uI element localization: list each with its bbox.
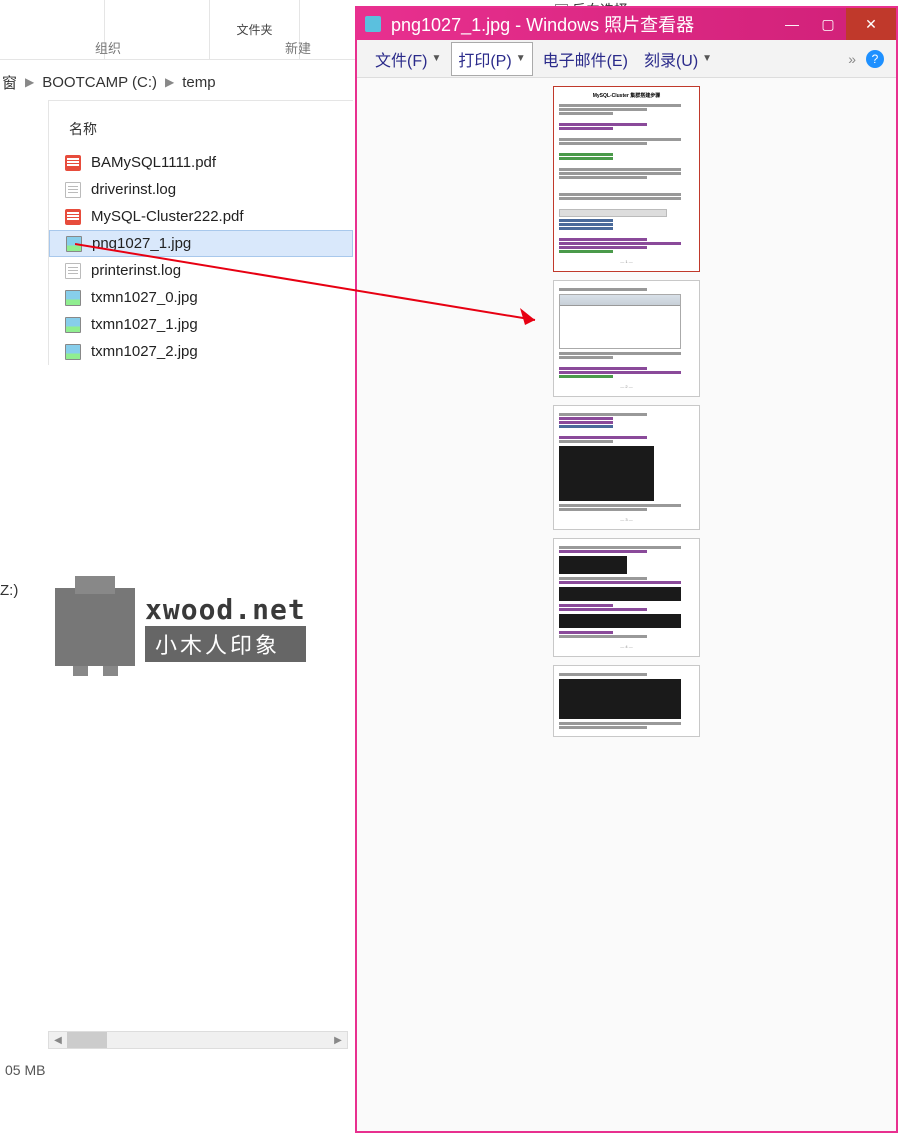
image-icon: [65, 344, 81, 360]
chevron-right-icon: ▶: [25, 75, 34, 89]
watermark: xwood.net 小木人印象: [55, 588, 306, 666]
help-icon[interactable]: ?: [866, 50, 884, 68]
menu-file[interactable]: 文件(F) ▼: [369, 43, 447, 75]
status-bar: 05 MB: [0, 1052, 50, 1088]
column-header-name[interactable]: 名称: [49, 109, 353, 149]
scroll-left-icon[interactable]: ◀: [49, 1032, 67, 1048]
drive-label[interactable]: Z:): [0, 582, 18, 599]
preview-doc-title: MySQL-Cluster 集群搭建步骤: [559, 93, 694, 101]
breadcrumb-item[interactable]: BOOTCAMP (C:): [42, 74, 157, 91]
file-item[interactable]: txmn1027_0.jpg: [49, 284, 353, 311]
file-name: png1027_1.jpg: [92, 235, 191, 252]
menu-file-label: 文件(F): [375, 47, 427, 71]
chevron-down-icon: ▼: [516, 53, 526, 64]
menu-burn[interactable]: 刻录(U) ▼: [638, 43, 718, 75]
pdf-icon: [65, 209, 81, 225]
window-buttons: — ▢ ✕: [774, 8, 896, 40]
chevron-down-icon: ▼: [431, 53, 441, 64]
close-button[interactable]: ✕: [846, 8, 896, 40]
image-icon: [65, 317, 81, 333]
file-item[interactable]: BAMySQL1111.pdf: [49, 149, 353, 176]
preview-image: MySQL-Cluster 集群搭建步骤 — 1 —: [553, 86, 700, 1123]
file-name: printerinst.log: [91, 262, 181, 279]
image-icon: [65, 290, 81, 306]
menu-email-label: 电子邮件(E): [543, 47, 628, 71]
file-item[interactable]: txmn1027_2.jpg: [49, 338, 353, 365]
file-name: driverinst.log: [91, 181, 176, 198]
text-file-icon: [65, 263, 81, 279]
scroll-thumb[interactable]: [67, 1032, 107, 1048]
breadcrumb-item[interactable]: temp: [182, 74, 215, 91]
file-name: BAMySQL1111.pdf: [91, 154, 216, 171]
file-list-pane: 名称 BAMySQL1111.pdf driverinst.log MySQL-…: [48, 100, 353, 365]
folder-label: 文件夹: [236, 21, 272, 38]
preview-page: [553, 665, 700, 737]
pdf-icon: [65, 155, 81, 171]
file-item[interactable]: driverinst.log: [49, 176, 353, 203]
preview-page: — 3 —: [553, 405, 700, 530]
file-item[interactable]: printerinst.log: [49, 257, 353, 284]
chevron-down-icon: ▼: [702, 53, 712, 64]
text-file-icon: [65, 182, 81, 198]
menu-burn-label: 刻录(U): [644, 47, 698, 71]
window-title: png1027_1.jpg - Windows 照片查看器: [391, 11, 774, 37]
preview-page: — 4 —: [553, 538, 700, 657]
file-name: txmn1027_1.jpg: [91, 316, 198, 333]
preview-page: — 2 —: [553, 280, 700, 397]
file-item[interactable]: MySQL-Cluster222.pdf: [49, 203, 353, 230]
minimize-button[interactable]: —: [774, 8, 810, 40]
robot-icon: [55, 588, 135, 666]
image-icon: [66, 236, 82, 252]
menu-print[interactable]: 打印(P) ▼: [451, 42, 532, 76]
menu-email[interactable]: 电子邮件(E): [537, 43, 634, 75]
titlebar[interactable]: png1027_1.jpg - Windows 照片查看器 — ▢ ✕: [357, 8, 896, 40]
breadcrumb[interactable]: 窗 ▶ BOOTCAMP (C:) ▶ temp: [0, 65, 355, 99]
file-name: txmn1027_2.jpg: [91, 343, 198, 360]
file-name: txmn1027_0.jpg: [91, 289, 198, 306]
photo-viewer-window: png1027_1.jpg - Windows 照片查看器 — ▢ ✕ 文件(F…: [355, 6, 898, 1133]
new-group-label: 新建: [285, 38, 311, 57]
watermark-text: xwood.net 小木人印象: [145, 593, 306, 662]
file-item-selected[interactable]: png1027_1.jpg: [49, 230, 353, 257]
watermark-chinese: 小木人印象: [145, 626, 306, 662]
menu-print-label: 打印(P): [458, 47, 511, 71]
app-icon: [365, 16, 381, 32]
overflow-icon[interactable]: »: [848, 51, 856, 67]
ribbon-cell[interactable]: [0, 0, 105, 59]
file-item[interactable]: txmn1027_1.jpg: [49, 311, 353, 338]
preview-page: MySQL-Cluster 集群搭建步骤 — 1 —: [553, 86, 700, 272]
scroll-right-icon[interactable]: ▶: [329, 1032, 347, 1048]
menubar: 文件(F) ▼ 打印(P) ▼ 电子邮件(E) 刻录(U) ▼ » ?: [357, 40, 896, 78]
watermark-domain: xwood.net: [145, 593, 306, 626]
horizontal-scrollbar[interactable]: ◀ ▶: [48, 1031, 348, 1049]
maximize-button[interactable]: ▢: [810, 8, 846, 40]
chevron-right-icon: ▶: [165, 75, 174, 89]
file-name: MySQL-Cluster222.pdf: [91, 208, 244, 225]
breadcrumb-item[interactable]: 窗: [2, 72, 17, 93]
viewer-content: MySQL-Cluster 集群搭建步骤 — 1 —: [357, 78, 896, 1131]
organize-group-label: 组织: [95, 38, 121, 57]
